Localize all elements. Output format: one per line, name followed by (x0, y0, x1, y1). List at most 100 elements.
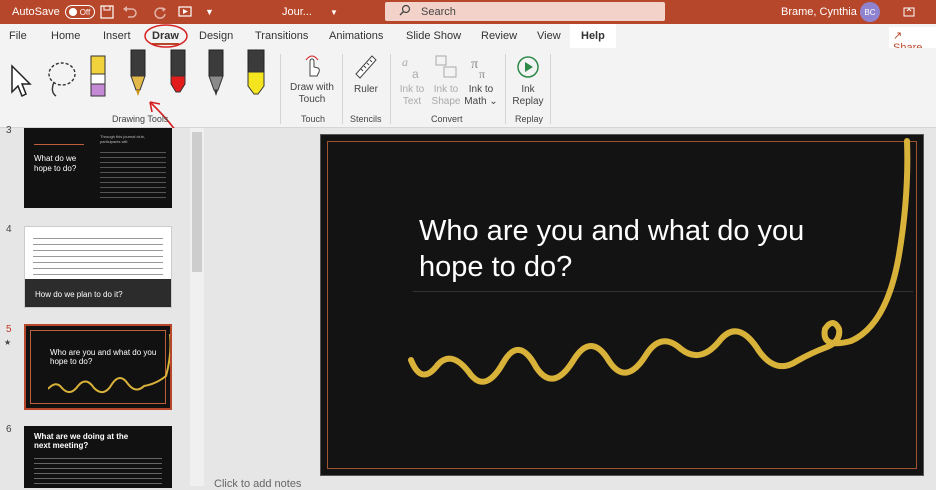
ink-to-text-icon: aa (402, 55, 419, 81)
share-icon: ↗ (893, 30, 903, 42)
tab-home[interactable]: Home (51, 30, 80, 42)
ribbon: Drawing Tools Draw with Touch Touch Rule… (0, 48, 936, 193)
svg-text:π: π (479, 67, 485, 80)
tab-insert[interactable]: Insert (103, 30, 131, 42)
title-bar: AutoSave Off ▼ Jour... ▼ Search Brame, C… (0, 0, 936, 24)
search-placeholder: Search (421, 5, 456, 18)
thumb-title: What do we hope to do? (34, 154, 77, 173)
tab-design[interactable]: Design (199, 30, 233, 42)
separator (550, 54, 551, 124)
tab-animations[interactable]: Animations (329, 30, 383, 42)
tab-file[interactable]: File (9, 30, 27, 42)
ink-to-math-line1: Ink to (468, 84, 494, 95)
group-drawing-tools: Drawing Tools (112, 114, 169, 124)
lasso-select-tool[interactable] (44, 60, 80, 104)
divider (34, 144, 84, 145)
ink-to-math-button[interactable]: ππ Ink to Math ⌄ (464, 54, 498, 108)
ink-to-shape-line2: Shape (431, 96, 461, 107)
ink-to-shape-line1: Ink to (433, 84, 459, 95)
ink-to-text-line2: Text (402, 96, 422, 107)
redo-icon[interactable] (153, 0, 167, 24)
select-tool[interactable] (8, 64, 34, 102)
slide-number: 5 (6, 324, 12, 335)
scrollbar-thumb[interactable] (192, 132, 202, 272)
ruler-button[interactable]: Ruler (350, 54, 382, 96)
autosave-control[interactable]: AutoSave Off (12, 0, 95, 24)
slide-thumbnail-4[interactable]: How do we plan to do it? (24, 226, 172, 308)
thumb-title: How do we plan to do it? (35, 290, 123, 299)
animation-star-icon: ★ (4, 338, 12, 347)
current-slide[interactable]: Who are you and what do you hope to do? (320, 134, 924, 476)
undo-icon[interactable] (122, 0, 138, 24)
thumb-bullets (100, 148, 166, 198)
replay-icon (517, 56, 539, 78)
svg-text:π: π (471, 57, 478, 72)
slide-thumbnails-pane: 3 What do we hope to do? Through this jo… (0, 125, 204, 488)
doc-title-text: Jour... (282, 6, 312, 18)
slide-number: 6 (6, 424, 12, 435)
ink-to-text-button[interactable]: aa Ink to Text (398, 54, 426, 108)
user-name[interactable]: Brame, Cynthia J (781, 0, 865, 24)
slide-number: 4 (6, 224, 12, 235)
tab-view[interactable]: View (537, 30, 561, 42)
autosave-label: AutoSave (12, 6, 60, 18)
ribbon-tabs: File Home Insert Draw Design Transitions… (0, 24, 936, 56)
group-touch: Touch (301, 114, 326, 124)
group-stencils: Stencils (350, 114, 382, 124)
separator (342, 54, 343, 124)
ink-replay-line1: Ink (521, 84, 535, 95)
ink-to-math-icon: ππ (471, 57, 485, 81)
svg-text:a: a (412, 67, 419, 80)
thumb-title: What are we doing at the next meeting? (34, 432, 129, 450)
ink-to-text-line1: Ink to (399, 84, 425, 95)
thumb-table (33, 233, 163, 275)
draw-with-touch-line2: Touch (298, 94, 326, 105)
slide-thumbnail-5[interactable]: Who are you and what do you hope to do? (24, 324, 172, 410)
tab-slide-show[interactable]: Slide Show (406, 30, 461, 42)
eraser-icon (90, 55, 106, 97)
notes-placeholder[interactable]: Click to add notes (214, 478, 301, 490)
draw-with-touch-line1: Draw with (290, 82, 334, 93)
ink-to-shape-button[interactable]: Ink to Shape (431, 54, 461, 108)
slide-number: 3 (6, 125, 12, 136)
ribbon-display-icon[interactable] (903, 0, 915, 24)
tab-transitions[interactable]: Transitions (255, 30, 308, 42)
thumb-squiggle (48, 334, 170, 394)
touch-hand-icon (305, 55, 320, 77)
chevron-down-icon: ▼ (329, 7, 338, 17)
separator (280, 54, 281, 124)
customize-toolbar-icon[interactable]: ▼ (205, 0, 214, 24)
group-replay: Replay (515, 114, 544, 124)
avatar: BC (860, 2, 880, 22)
pen-eraser[interactable] (88, 52, 108, 104)
present-icon[interactable] (178, 0, 192, 24)
thumbnails-scrollbar[interactable] (190, 128, 204, 486)
thumb-body: Through this journal club, participants … (100, 134, 145, 144)
ruler-label: Ruler (354, 84, 378, 95)
lasso-icon (48, 62, 76, 97)
highlighter-icon (247, 49, 265, 95)
autosave-state: Off (79, 7, 91, 17)
search-icon (399, 4, 411, 19)
group-convert: Convert (431, 114, 463, 124)
red-circle-annotation (144, 24, 188, 48)
draw-with-touch-button[interactable]: Draw with Touch (288, 54, 336, 106)
ink-to-math-line2: Math ⌄ (464, 96, 498, 107)
tab-help[interactable]: Help (570, 24, 616, 48)
tab-review[interactable]: Review (481, 30, 517, 42)
user-avatar[interactable]: BC (860, 0, 880, 24)
autosave-toggle[interactable]: Off (64, 5, 95, 19)
ink-to-shape-icon (435, 55, 457, 78)
save-icon[interactable] (100, 0, 114, 24)
ink-replay-line2: Replay (512, 96, 544, 107)
search-box[interactable]: Search (385, 2, 665, 21)
highlighter-yellow[interactable] (245, 48, 267, 104)
toggle-knob (68, 8, 77, 16)
document-title[interactable]: Jour... ▼ (282, 0, 338, 24)
gold-squiggle (408, 138, 911, 385)
ruler-icon (355, 55, 377, 79)
slide-thumbnail-3[interactable]: What do we hope to do? Through this jour… (24, 128, 172, 208)
slide-thumbnail-6[interactable]: What are we doing at the next meeting? (24, 426, 172, 488)
cursor-arrow-icon (11, 64, 32, 98)
ink-replay-button[interactable]: Ink Replay (512, 54, 544, 108)
